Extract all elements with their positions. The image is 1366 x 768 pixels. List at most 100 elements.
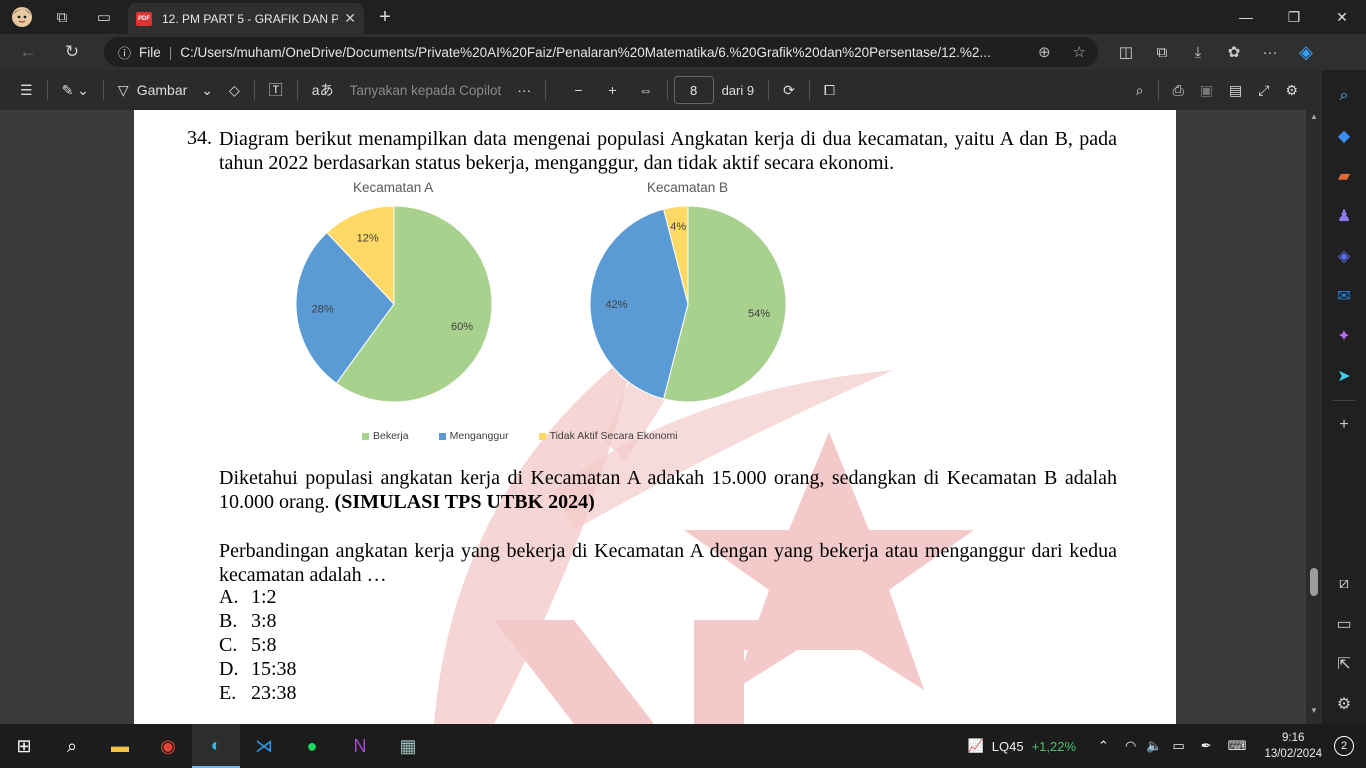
info-icon[interactable]: ⓘ — [118, 43, 131, 62]
translate-icon[interactable]: aあ — [304, 70, 342, 110]
wifi-icon[interactable]: ◠ — [1125, 738, 1136, 754]
zoom-in-icon[interactable]: + — [600, 70, 624, 110]
pdf-toolbar: ☰ ✎ ⌄ ▽ Gambar ⌄ ◇ 🅃 aあ Tanyakan kepada … — [0, 70, 1322, 110]
settings-icon[interactable]: ⚙ — [1277, 70, 1306, 110]
sidebar-designer-icon[interactable]: ✦ — [1326, 316, 1362, 356]
minimize-button[interactable]: — — [1222, 0, 1270, 34]
edge-icon[interactable]: ◐ — [192, 724, 240, 768]
restore-button[interactable]: ❐ — [1270, 0, 1318, 34]
legend-swatch — [538, 432, 546, 440]
sidebar-send-icon[interactable]: ➤ — [1326, 356, 1362, 396]
calculator-icon[interactable]: ▦ — [384, 724, 432, 768]
pie-data-label: 12% — [357, 232, 379, 244]
url-field[interactable]: ⓘ File | C:/Users/muham/OneDrive/Documen… — [104, 37, 1098, 67]
copilot-icon[interactable]: ◈ — [1288, 37, 1324, 67]
file-explorer-icon[interactable]: ▬ — [96, 724, 144, 768]
contents-icon[interactable]: ☰ — [12, 70, 41, 110]
sidebar-screenshot-icon[interactable]: ⧄ — [1326, 564, 1362, 604]
eraser-icon[interactable]: ◇ — [221, 70, 248, 110]
zoom-icon[interactable]: ⊕ — [1038, 43, 1051, 61]
collections-icon[interactable]: ⧉ — [1144, 37, 1180, 67]
sidebar-search-icon[interactable]: ⌕ — [1326, 76, 1362, 116]
option-d: D. 15:38 — [219, 658, 297, 681]
zoom-out-icon[interactable]: − — [566, 70, 590, 110]
show-hidden-icons-icon[interactable]: ⌃ — [1098, 738, 1109, 754]
pdf-viewer[interactable]: 34. Diagram berikut menampilkan data men… — [0, 110, 1322, 724]
sidebar-tools-icon[interactable]: ▰ — [1326, 156, 1362, 196]
tab-actions-icon[interactable]: ▭ — [88, 2, 120, 32]
fit-width-icon[interactable]: ⇔ — [631, 70, 661, 110]
rotate-icon[interactable]: ⟳ — [775, 70, 803, 110]
tab-pdf[interactable]: PDF 12. PM PART 5 - GRAFIK DAN PE ✕ — [128, 3, 364, 34]
onenote-icon[interactable]: N — [336, 724, 384, 768]
stock-change[interactable]: +1,22% — [1032, 739, 1076, 754]
pie-data-label: 28% — [312, 303, 334, 315]
sidebar-add-icon[interactable]: + — [1326, 405, 1362, 445]
more-menu-icon[interactable]: ··· — [1252, 37, 1288, 67]
favorite-star-icon[interactable]: ☆ — [1073, 43, 1086, 61]
profile-avatar-icon[interactable] — [6, 2, 38, 32]
close-tab-icon[interactable]: ✕ — [344, 10, 356, 27]
close-window-button[interactable]: ✕ — [1318, 0, 1366, 34]
option-text: 3:8 — [251, 610, 277, 632]
pie-data-label: 60% — [451, 321, 473, 333]
start-button[interactable]: ⊞ — [0, 724, 48, 768]
clock[interactable]: 9:16 13/02/2024 — [1264, 730, 1322, 762]
legend-label: Tidak Aktif Secara Ekonomi — [549, 430, 678, 442]
refresh-button[interactable]: ↻ — [54, 37, 90, 67]
search-taskbar-icon[interactable]: ⌕ — [48, 724, 96, 768]
chart-b-title: Kecamatan B — [647, 180, 729, 195]
copilot-ask-button[interactable]: Tanyakan kepada Copilot — [342, 70, 510, 110]
spotify-icon[interactable]: ● — [288, 724, 336, 768]
sidebar-panel-icon[interactable]: ▭ — [1326, 604, 1362, 644]
scroll-up-arrow-icon[interactable]: ▲ — [1309, 112, 1319, 122]
pen-icon[interactable]: ✒ — [1201, 738, 1212, 754]
fullscreen-icon[interactable]: ⤢ — [1250, 70, 1277, 110]
print-icon[interactable]: ⎙ — [1165, 70, 1192, 110]
vertical-scrollbar[interactable]: ▲ ▼ — [1306, 110, 1322, 724]
page-view-icon[interactable]: ⧠ — [816, 70, 843, 110]
volume-icon[interactable]: 🔈 — [1146, 738, 1162, 754]
pdf-icon: PDF — [136, 11, 152, 26]
downloads-icon[interactable]: ⤓ — [1180, 37, 1216, 67]
extensions-icon[interactable]: ✿ — [1216, 37, 1252, 67]
chrome-icon[interactable]: ◉ — [144, 724, 192, 768]
keyboard-icon[interactable]: ⌨ — [1228, 738, 1247, 754]
scroll-down-arrow-icon[interactable]: ▼ — [1309, 706, 1319, 716]
pdf-page: 34. Diagram berikut menampilkan data men… — [134, 110, 1176, 724]
sidebar-shopping-icon[interactable]: ◆ — [1326, 116, 1362, 156]
page-total: dari 9 — [721, 82, 755, 98]
toolbar-divider — [102, 80, 104, 100]
more-tools-icon[interactable]: ··· — [509, 70, 539, 110]
back-button[interactable]: ← — [10, 37, 46, 67]
legend-swatch — [438, 432, 446, 440]
battery-icon[interactable]: ▭ — [1172, 738, 1184, 754]
text-tool-icon[interactable]: 🅃 — [261, 70, 291, 110]
sidebar-settings-icon[interactable]: ⚙ — [1326, 684, 1362, 724]
vscode-icon[interactable]: ⋊ — [240, 724, 288, 768]
search-icon[interactable]: ⌕ — [1128, 70, 1152, 110]
sidebar-copilot-icon[interactable]: ◈ — [1326, 236, 1362, 276]
option-text: 15:38 — [251, 658, 297, 680]
notification-icon[interactable]: 2 — [1334, 736, 1354, 756]
page-number-input[interactable]: 8 — [673, 76, 714, 104]
stock-chart-icon[interactable]: 📈 — [968, 738, 984, 754]
sidebar-games-icon[interactable]: ♟ — [1326, 196, 1362, 236]
sidebar-outlook-icon[interactable]: ✉ — [1326, 276, 1362, 316]
sidebar-divider — [1333, 400, 1355, 401]
workspaces-icon[interactable]: ⧉ — [46, 2, 78, 32]
draw-button[interactable]: ▽ Gambar ⌄ — [110, 70, 221, 110]
sidebar-open-icon[interactable]: ⇱ — [1326, 644, 1362, 684]
scrollbar-thumb[interactable] — [1310, 568, 1318, 596]
stock-name[interactable]: LQ45 — [992, 739, 1024, 754]
save-icon[interactable]: ▣ — [1192, 70, 1221, 110]
highlight-icon[interactable]: ✎ ⌄ — [54, 70, 97, 110]
pie-data-label: 54% — [748, 308, 770, 320]
info-bold: (SIMULASI TPS UTBK 2024) — [334, 491, 595, 513]
url-text: C:/Users/muham/OneDrive/Documents/Privat… — [180, 44, 991, 60]
new-tab-button[interactable]: + — [372, 4, 398, 30]
save-as-icon[interactable]: ▤ — [1221, 70, 1250, 110]
split-screen-icon[interactable]: ◫ — [1108, 37, 1144, 67]
toolbar-divider — [46, 80, 48, 100]
address-bar-row: ← ↻ ⓘ File | C:/Users/muham/OneDrive/Doc… — [0, 34, 1366, 70]
